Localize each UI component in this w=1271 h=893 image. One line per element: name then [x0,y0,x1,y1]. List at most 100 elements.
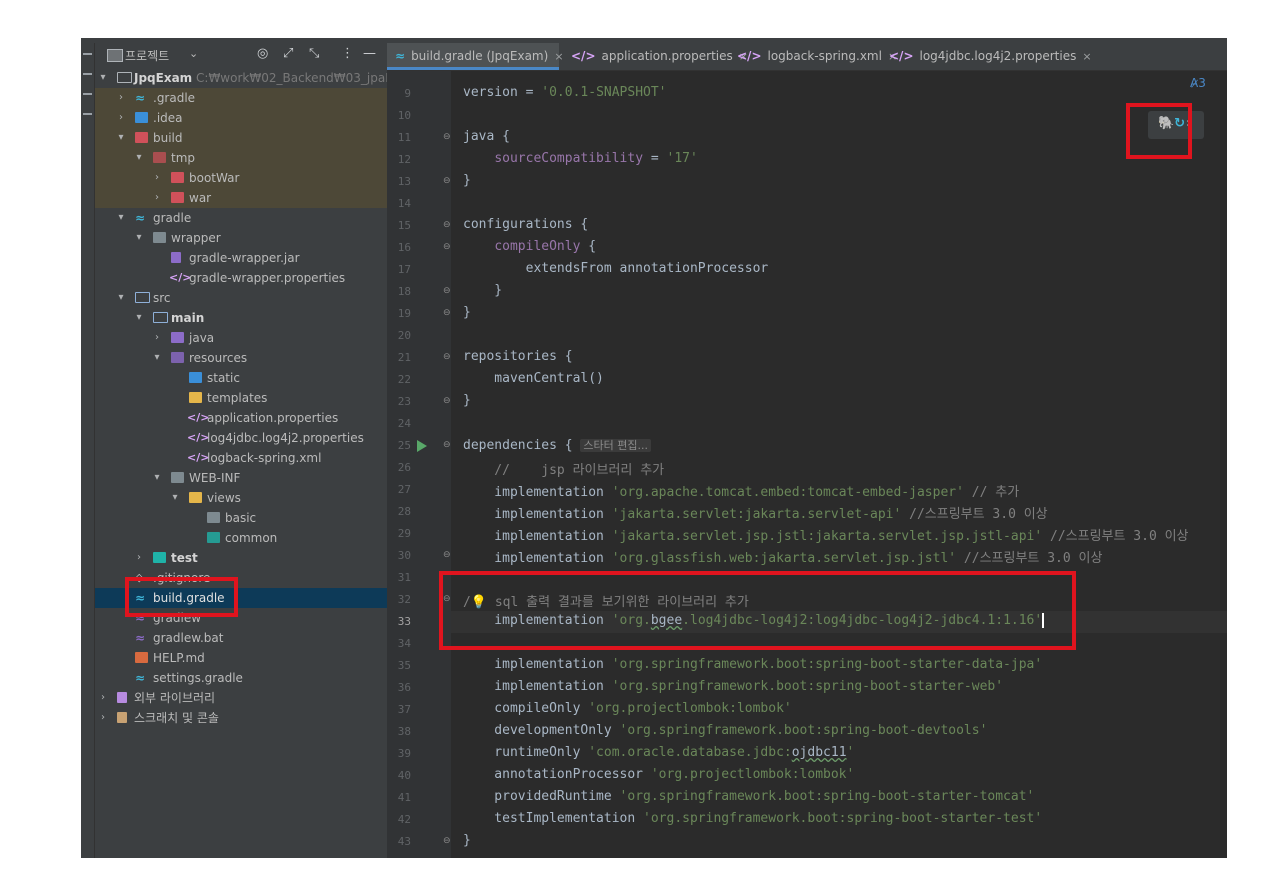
code-line: annotationProcessor 'org.projectlombok:l… [463,767,854,782]
tree-item-jpqexam[interactable]: ▾JpqExam C:₩work₩02_Backend₩03_jpaExam₩ [95,68,387,88]
close-icon[interactable]: × [1082,50,1091,63]
fold-icon[interactable]: ⊖ [443,550,451,560]
code-line: extendsFrom annotationProcessor [463,261,769,276]
tree-item-label: gradle [153,211,192,225]
tree-item-gradle-wrapper-properties[interactable]: </> gradle-wrapper.properties [95,268,387,288]
folder-icon [171,192,184,203]
line-number: 22 [397,373,411,386]
tree-item-label: JpqExam [134,71,193,85]
code-token: //스프링부트 3.0 이상 [956,551,1103,566]
collapse-all-icon[interactable]: ⤡ [309,46,319,61]
tab-logback-spring-xml[interactable]: </> logback-spring.xml × [729,43,897,70]
tree-item-build[interactable]: ▾ build [95,128,387,148]
tree-item-templates[interactable]: templates [95,388,387,408]
code-line: // jsp 라이브러리 추가 [463,459,664,478]
fold-icon[interactable]: ⊖ [443,308,451,318]
code-token: implementation [463,551,612,566]
tab-label: application.properties [601,49,733,63]
tree-item-common[interactable]: common [95,528,387,548]
xml-icon: </> [187,451,210,464]
code-token: annotationProcessor [463,767,651,782]
tree-item-scratches[interactable]: › 스크래치 및 콘솔 [95,708,387,728]
editor-gutter[interactable]: 9 10 11 ⊖ 12 13 ⊖ 14 15 ⊖ 16 ⊖ 17 18 ⊖ 19 ⊖ 20 21 ⊖ 22 23 ⊖ 24 2… [387,71,451,858]
line-number: 13 [397,175,411,188]
tree-item-gradle[interactable]: ▾ ≈ gradle [95,208,387,228]
tree-item-external-libraries[interactable]: › 외부 라이브러리 [95,688,387,708]
code-token: sourceCompatibility [494,151,644,166]
line-number: 28 [397,505,411,518]
code-token: 'org.glassfish.web:jakarta.servlet.jsp.j… [611,551,957,566]
tree-item-label: log4jdbc.log4j2.properties [207,431,364,445]
properties-icon: </> [889,49,914,63]
tree-item-label: WEB-INF [189,471,241,485]
tree-item-web-inf[interactable]: ▾ WEB-INF [95,468,387,488]
fold-icon[interactable]: ⊖ [443,440,451,450]
options-menu-icon[interactable]: ⋮ [341,46,354,61]
tree-item-bootwar[interactable]: › bootWar [95,168,387,188]
locate-file-icon[interactable]: ◎ [257,46,268,61]
tree-item-basic[interactable]: basic [95,508,387,528]
tree-item-views[interactable]: ▾ views [95,488,387,508]
tree-item-idea[interactable]: › .idea [95,108,387,128]
fold-icon[interactable]: ⊖ [443,132,451,142]
tree-item-wrapper[interactable]: ▾ wrapper [95,228,387,248]
tree-item-log4jdbc-properties[interactable]: </> log4jdbc.log4j2.properties [95,428,387,448]
fold-icon[interactable]: ⊖ [443,220,451,230]
properties-icon: </> [169,271,192,284]
tree-item-java[interactable]: › java [95,328,387,348]
inspection-widget[interactable]: A̷3 [1190,76,1206,90]
code-editor[interactable]: version = '0.0.1-SNAPSHOT' java { sourceC… [451,71,1227,858]
fold-icon[interactable]: ⊖ [443,396,451,406]
tree-item-application-properties[interactable]: </> application.properties [95,408,387,428]
folder-icon [171,332,184,343]
tree-item-label: settings.gradle [153,671,243,685]
fold-icon[interactable]: ⊖ [443,836,451,846]
fold-icon[interactable]: ⊖ [443,242,451,252]
tab-build-gradle[interactable]: ≈ build.gradle (JpqExam) × [387,43,564,70]
tool-strip-icon[interactable] [83,53,92,63]
properties-icon: </> [571,49,596,63]
line-number: 12 [397,153,411,166]
tree-item-help-md[interactable]: HELP.md [95,648,387,668]
tool-strip-icon[interactable] [83,113,92,123]
tree-item-label: war [189,191,212,205]
tree-item-main[interactable]: ▾ main [95,308,387,328]
tree-item-settings-gradle[interactable]: ≈ settings.gradle [95,668,387,688]
tree-item-test[interactable]: › test [95,548,387,568]
line-number: 31 [397,571,411,584]
tab-log4jdbc-properties[interactable]: </> log4jdbc.log4j2.properties × [881,43,1092,70]
code-line: implementation 'org.apache.tomcat.embed:… [463,481,1019,500]
line-number: 17 [397,263,411,276]
folder-icon [171,352,184,363]
tree-item-label: java [189,331,215,345]
tab-application-properties[interactable]: </> application.properties × [563,43,748,70]
code-token: '17' [666,151,698,166]
tree-item-gradle-dir[interactable]: › ≈ .gradle [95,88,387,108]
tree-item-logback-spring-xml[interactable]: </> logback-spring.xml [95,448,387,468]
tree-item-war[interactable]: › war [95,188,387,208]
tree-item-resources[interactable]: ▾ resources [95,348,387,368]
line-number: 43 [397,835,411,848]
code-token: implementation [463,507,612,522]
tree-item-gradlew-bat[interactable]: ≈ gradlew.bat [95,628,387,648]
line-number: 14 [397,197,411,210]
tree-item-src[interactable]: ▾ src [95,288,387,308]
tree-item-static[interactable]: static [95,368,387,388]
hide-panel-icon[interactable]: — [363,46,376,61]
expand-all-icon[interactable]: ⤢ [283,46,293,61]
tree-item-gradle-wrapper-jar[interactable]: gradle-wrapper.jar [95,248,387,268]
project-panel-title[interactable]: 프로젝트 [125,47,169,64]
tree-item-label: tmp [171,151,196,165]
tool-strip-icon[interactable] [83,73,92,83]
folder-icon [135,112,148,123]
chevron-down-icon[interactable]: ⌄ [189,47,198,60]
fold-icon[interactable]: ⊖ [443,352,451,362]
tree-item-tmp[interactable]: ▾ tmp [95,148,387,168]
run-gutter-icon[interactable] [417,440,427,452]
tool-strip-icon[interactable] [83,93,92,103]
inlay-hint[interactable]: 스타터 편집... [580,439,651,452]
code-token: // jsp 라이브러리 추가 [463,463,665,478]
fold-icon[interactable]: ⊖ [443,286,451,296]
fold-icon[interactable]: ⊖ [443,176,451,186]
line-number: 30 [397,549,411,562]
